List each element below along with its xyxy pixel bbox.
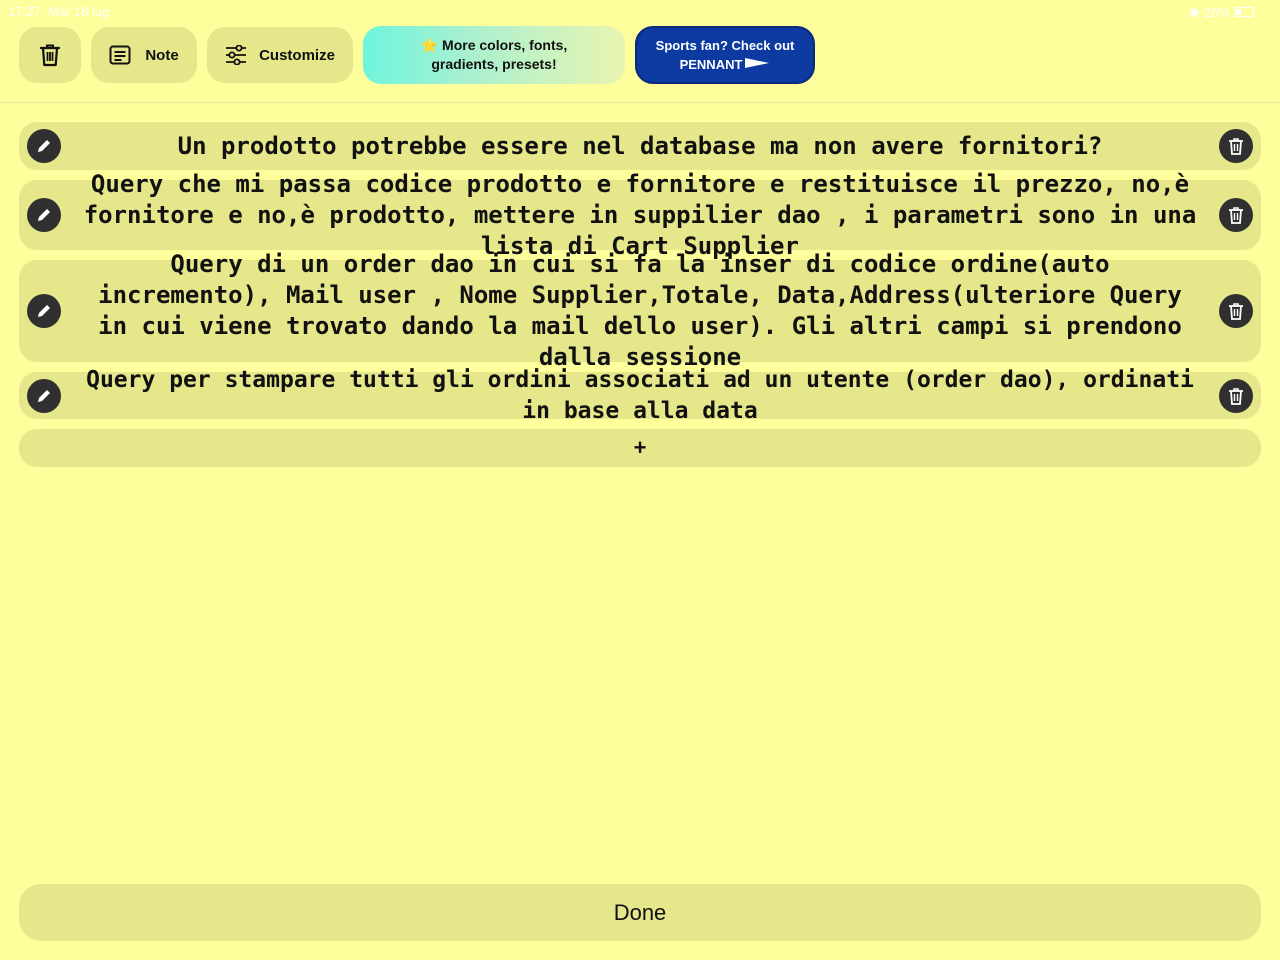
sliders-icon — [225, 45, 247, 65]
list-item: Un prodotto potrebbe essere nel database… — [19, 122, 1261, 170]
wifi-icon: ◉ — [1188, 4, 1200, 19]
pencil-icon — [38, 209, 50, 221]
pennant-flag-icon — [744, 55, 770, 74]
customize-button[interactable]: Customize — [207, 27, 353, 83]
pencil-icon — [38, 140, 50, 152]
delete-item-button[interactable] — [1219, 129, 1253, 163]
item-text[interactable]: Query per stampare tutti gli ordini asso… — [61, 365, 1219, 427]
add-item-button[interactable]: + — [19, 429, 1261, 467]
trash-icon — [39, 43, 61, 67]
list-item: Query che mi passa codice prodotto e for… — [19, 170, 1261, 260]
toolbar-divider — [0, 102, 1280, 103]
trash-icon — [1229, 303, 1243, 320]
pencil-icon — [38, 389, 50, 402]
edit-button[interactable] — [27, 129, 61, 163]
note-button[interactable]: Note — [91, 27, 197, 83]
status-bar: 17:27 Mar 18 lug ◉ 26% — [0, 0, 1280, 22]
trash-icon — [1229, 138, 1243, 155]
battery-percent: 26% — [1203, 4, 1230, 20]
edit-button[interactable] — [27, 378, 61, 413]
trash-icon — [1229, 387, 1243, 405]
edit-button[interactable] — [27, 294, 61, 328]
list-item: Query di un order dao in cui si fa la in… — [19, 250, 1261, 371]
item-text[interactable]: Query di un order dao in cui si fa la in… — [61, 249, 1219, 373]
customize-label: Customize — [259, 46, 335, 64]
note-list: Un prodotto potrebbe essere nel database… — [19, 122, 1261, 467]
delete-item-button[interactable] — [1219, 294, 1253, 328]
battery-icon — [1234, 7, 1254, 17]
pennant-line2: PENNANT — [680, 55, 771, 74]
done-button[interactable]: Done — [19, 884, 1261, 941]
star-icon: ⭐ — [420, 37, 439, 53]
note-icon — [109, 45, 131, 65]
pennant-line1: Sports fan? Check out — [655, 38, 795, 53]
pencil-icon — [38, 305, 50, 317]
toolbar: Note Customize ⭐ More colors, fonts, gra… — [19, 26, 815, 84]
promo-text: ⭐ More colors, fonts, gradients, presets… — [420, 37, 568, 72]
item-text[interactable]: Un prodotto potrebbe essere nel database… — [61, 131, 1219, 162]
done-label: Done — [613, 899, 667, 925]
add-label: + — [633, 435, 647, 460]
edit-button[interactable] — [27, 198, 61, 232]
trash-icon — [1229, 207, 1243, 224]
list-item: Query per stampare tutti gli ordini asso… — [19, 367, 1261, 424]
delete-item-button[interactable] — [1219, 378, 1253, 413]
pennant-ad-button[interactable]: Sports fan? Check out PENNANT — [635, 26, 815, 84]
delete-item-button[interactable] — [1219, 198, 1253, 232]
delete-all-button[interactable] — [19, 27, 81, 83]
item-text[interactable]: Query che mi passa codice prodotto e for… — [61, 169, 1219, 262]
status-right: ◉ 26% — [1189, 4, 1254, 20]
upgrade-promo-button[interactable]: ⭐ More colors, fonts, gradients, presets… — [363, 26, 625, 84]
status-time: 17:27 Mar 18 lug — [8, 4, 110, 19]
note-label: Note — [145, 46, 179, 64]
